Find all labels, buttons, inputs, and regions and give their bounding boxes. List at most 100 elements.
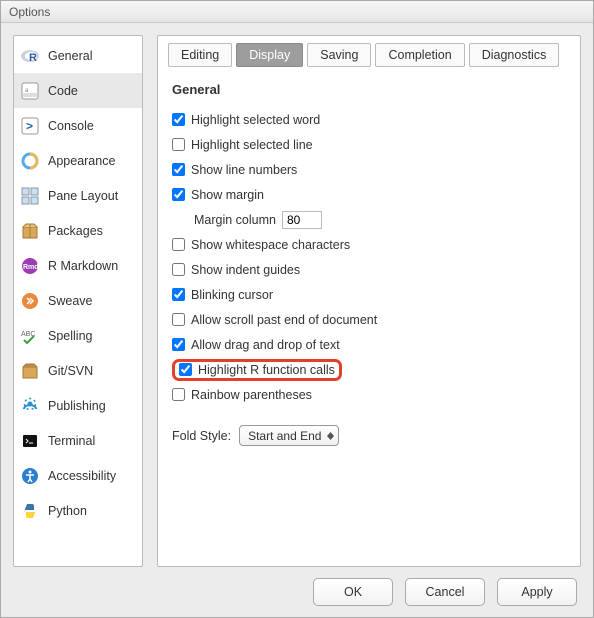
sidebar-item-rmarkdown[interactable]: Rmd R Markdown	[14, 248, 142, 283]
updown-icon	[327, 431, 334, 441]
sidebar-item-general[interactable]: R General	[14, 38, 142, 73]
display-section: General Highlight selected word Highligh…	[172, 82, 566, 558]
ok-button[interactable]: OK	[313, 578, 393, 606]
dialog-footer: OK Cancel Apply	[1, 567, 593, 617]
pane-layout-icon	[20, 186, 40, 206]
r-logo-icon: R	[20, 46, 40, 66]
tab-editing[interactable]: Editing	[168, 43, 232, 67]
sidebar-item-sweave[interactable]: Sweave	[14, 283, 142, 318]
window-title: Options	[1, 1, 593, 23]
checkbox[interactable]	[172, 163, 185, 176]
tab-display[interactable]: Display	[236, 43, 303, 67]
option-label: Show line numbers	[191, 163, 297, 177]
option-label: Highlight R function calls	[198, 363, 335, 377]
svg-text:>: >	[26, 119, 33, 133]
rmarkdown-icon: Rmd	[20, 256, 40, 276]
option-label: Blinking cursor	[191, 288, 273, 302]
sidebar: R General a Code > Console Appea	[13, 35, 143, 567]
checkbox[interactable]	[172, 138, 185, 151]
git-icon	[20, 361, 40, 381]
option-label: Highlight selected line	[191, 138, 313, 152]
option-label: Highlight selected word	[191, 113, 320, 127]
fold-style-row: Fold Style: Start and End	[172, 425, 566, 446]
checkbox[interactable]	[172, 113, 185, 126]
sidebar-item-label: Packages	[48, 224, 103, 238]
apply-button[interactable]: Apply	[497, 578, 577, 606]
opt-drag-drop-text[interactable]: Allow drag and drop of text	[172, 332, 566, 357]
sidebar-item-git-svn[interactable]: Git/SVN	[14, 353, 142, 388]
sidebar-item-label: Code	[48, 84, 78, 98]
opt-blinking-cursor[interactable]: Blinking cursor	[172, 282, 566, 307]
tab-saving[interactable]: Saving	[307, 43, 371, 67]
sidebar-item-label: R Markdown	[48, 259, 118, 273]
fold-style-select[interactable]: Start and End	[239, 425, 339, 446]
options-dialog: Options R General a Code > Console	[0, 0, 594, 618]
checkbox[interactable]	[172, 388, 185, 401]
checkbox[interactable]	[172, 338, 185, 351]
sidebar-item-pane-layout[interactable]: Pane Layout	[14, 178, 142, 213]
sidebar-item-python[interactable]: Python	[14, 493, 142, 528]
svg-text:Rmd: Rmd	[23, 264, 39, 271]
option-label: Show whitespace characters	[191, 238, 350, 252]
checkbox[interactable]	[179, 363, 192, 376]
sidebar-item-packages[interactable]: Packages	[14, 213, 142, 248]
opt-highlight-selected-word[interactable]: Highlight selected word	[172, 107, 566, 132]
tab-diagnostics[interactable]: Diagnostics	[469, 43, 560, 67]
packages-icon	[20, 221, 40, 241]
sidebar-item-console[interactable]: > Console	[14, 108, 142, 143]
svg-text:R: R	[29, 52, 37, 64]
option-label: Allow scroll past end of document	[191, 313, 377, 327]
option-label: Allow drag and drop of text	[191, 338, 340, 352]
sidebar-item-code[interactable]: a Code	[14, 73, 142, 108]
option-label: Show indent guides	[191, 263, 300, 277]
select-value: Start and End	[248, 429, 321, 443]
margin-column-input[interactable]	[282, 211, 322, 229]
terminal-icon	[20, 431, 40, 451]
option-label: Rainbow parentheses	[191, 388, 312, 402]
margin-column-label: Margin column	[194, 213, 276, 227]
opt-show-indent-guides[interactable]: Show indent guides	[172, 257, 566, 282]
fold-style-label: Fold Style:	[172, 429, 231, 443]
opt-show-whitespace[interactable]: Show whitespace characters	[172, 232, 566, 257]
sidebar-item-label: Spelling	[48, 329, 92, 343]
highlight-annotation: Highlight R function calls	[172, 359, 342, 381]
sidebar-item-appearance[interactable]: Appearance	[14, 143, 142, 178]
option-label: Show margin	[191, 188, 264, 202]
sidebar-item-label: Publishing	[48, 399, 106, 413]
sidebar-item-label: Terminal	[48, 434, 95, 448]
opt-scroll-past-end[interactable]: Allow scroll past end of document	[172, 307, 566, 332]
sidebar-item-label: Console	[48, 119, 94, 133]
sidebar-item-label: Pane Layout	[48, 189, 118, 203]
dialog-body: R General a Code > Console Appea	[1, 23, 593, 567]
code-icon: a	[20, 81, 40, 101]
sidebar-item-label: Git/SVN	[48, 364, 93, 378]
section-heading: General	[172, 82, 566, 97]
sidebar-item-terminal[interactable]: Terminal	[14, 423, 142, 458]
opt-highlight-r-function-calls[interactable]: Highlight R function calls	[172, 357, 566, 382]
checkbox[interactable]	[172, 288, 185, 301]
opt-show-margin[interactable]: Show margin	[172, 182, 566, 207]
appearance-icon	[20, 151, 40, 171]
tab-completion[interactable]: Completion	[375, 43, 464, 67]
accessibility-icon	[20, 466, 40, 486]
sidebar-item-label: Python	[48, 504, 87, 518]
sidebar-item-accessibility[interactable]: Accessibility	[14, 458, 142, 493]
opt-highlight-selected-line[interactable]: Highlight selected line	[172, 132, 566, 157]
sidebar-item-label: General	[48, 49, 92, 63]
publishing-icon	[20, 396, 40, 416]
spelling-icon: ABC	[20, 326, 40, 346]
sidebar-item-publishing[interactable]: Publishing	[14, 388, 142, 423]
cancel-button[interactable]: Cancel	[405, 578, 485, 606]
opt-rainbow-parentheses[interactable]: Rainbow parentheses	[172, 382, 566, 407]
sweave-icon	[20, 291, 40, 311]
sidebar-item-spelling[interactable]: ABC Spelling	[14, 318, 142, 353]
tab-bar: Editing Display Saving Completion Diagno…	[168, 35, 570, 67]
opt-show-line-numbers[interactable]: Show line numbers	[172, 157, 566, 182]
python-icon	[20, 501, 40, 521]
checkbox[interactable]	[172, 313, 185, 326]
opt-margin-column: Margin column	[194, 207, 566, 232]
checkbox[interactable]	[172, 238, 185, 251]
checkbox[interactable]	[172, 188, 185, 201]
checkbox[interactable]	[172, 263, 185, 276]
sidebar-item-label: Appearance	[48, 154, 115, 168]
